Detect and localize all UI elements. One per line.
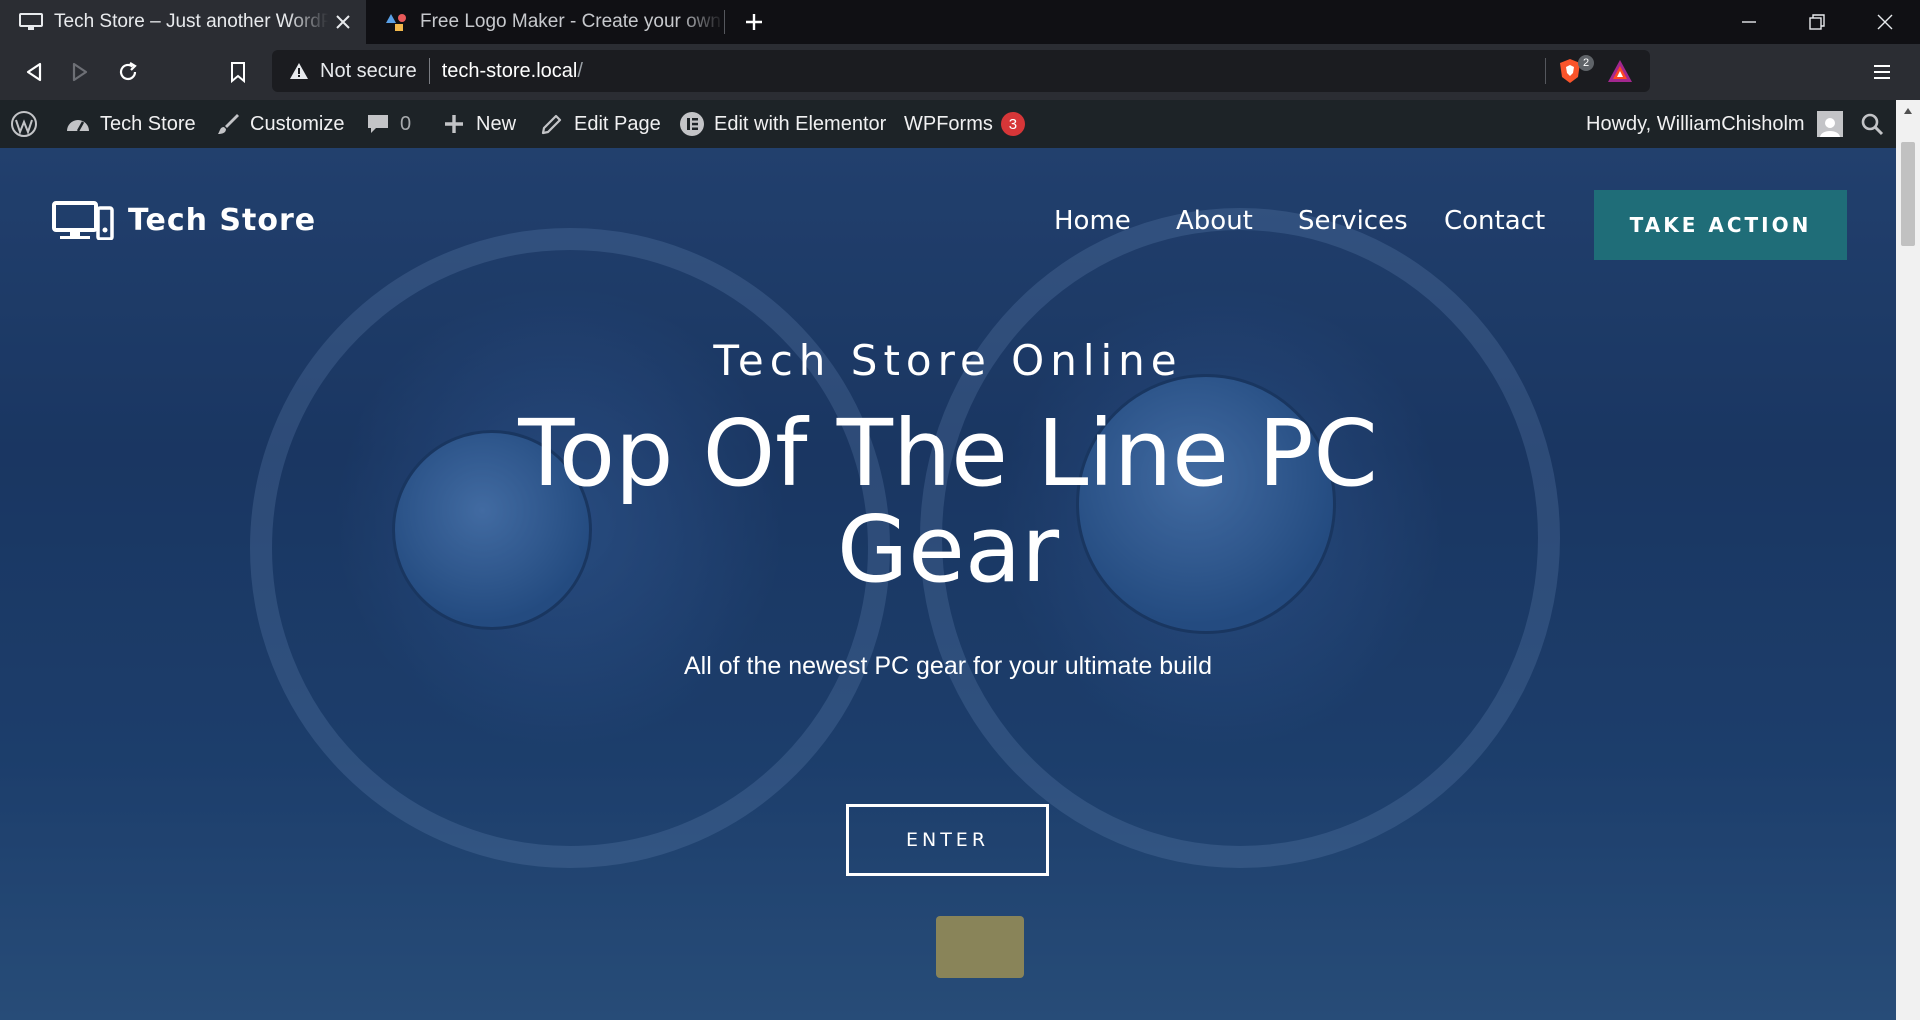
new-tab-button[interactable]: [738, 6, 770, 38]
nav-contact[interactable]: Contact: [1444, 206, 1545, 236]
close-window-button[interactable]: [1850, 0, 1920, 44]
minimize-button[interactable]: [1714, 0, 1784, 44]
edit-elementor-label: Edit with Elementor: [714, 112, 887, 135]
page-scrollbar[interactable]: [1896, 100, 1920, 1020]
back-button[interactable]: [16, 54, 52, 90]
wordpress-icon: [10, 110, 38, 138]
logo-text: Tech Store: [128, 202, 317, 238]
comment-bubble-icon: [364, 110, 392, 138]
pencil-icon: [538, 110, 566, 138]
url-path: /: [577, 59, 583, 82]
reload-button[interactable]: [110, 54, 146, 90]
wp-admin-bar: Tech Store Customize 0 New Edit Page Edi…: [0, 100, 1920, 148]
tab-title: Tech Store – Just another WordPress site: [54, 11, 328, 32]
scroll-up-arrow-icon[interactable]: [1896, 100, 1920, 122]
wpforms-label: WPForms: [904, 112, 993, 135]
search-icon: [1858, 110, 1886, 138]
shapes-icon: [384, 12, 410, 32]
elementor-icon: [678, 110, 706, 138]
monitor-icon: [18, 12, 44, 32]
hero-headline: Top Of The Line PC Gear: [518, 400, 1378, 603]
address-bar[interactable]: Not secure tech-store.local/ 2: [272, 50, 1650, 92]
brush-icon: [214, 110, 242, 138]
admin-comments[interactable]: 0: [364, 100, 411, 148]
enter-button[interactable]: ENTER: [846, 804, 1049, 876]
tab-title: Free Logo Maker - Create your own logo: [420, 11, 724, 32]
plus-icon: [440, 110, 468, 138]
customize-label: Customize: [250, 112, 345, 135]
nav-home[interactable]: Home: [1054, 206, 1131, 236]
url-host: tech-store.local: [441, 59, 578, 82]
forward-button[interactable]: [62, 54, 98, 90]
dashboard-gauge-icon: [64, 110, 92, 138]
nav-about[interactable]: About: [1176, 206, 1253, 236]
site-logo[interactable]: Tech Store: [52, 200, 316, 240]
tab-separator: [724, 10, 725, 34]
url-text[interactable]: tech-store.local/: [442, 60, 583, 83]
omnibox-divider: [1545, 58, 1546, 84]
admin-site-name[interactable]: Tech Store: [64, 100, 196, 148]
admin-customize[interactable]: Customize: [214, 100, 344, 148]
edit-page-label: Edit Page: [574, 112, 661, 135]
browser-toolbar: Not secure tech-store.local/ 2: [0, 44, 1920, 100]
admin-search[interactable]: [1858, 100, 1894, 148]
restore-button[interactable]: [1782, 0, 1852, 44]
wpforms-count-badge: 3: [1000, 112, 1025, 136]
tab-tech-store[interactable]: Tech Store – Just another WordPress site: [0, 0, 366, 44]
close-tab-icon[interactable]: [328, 7, 358, 37]
shield-count-badge: 2: [1578, 55, 1594, 71]
wordpress-logo-button[interactable]: [10, 100, 46, 148]
page-viewport: Tech Store Home About Services Contact T…: [0, 148, 1896, 1020]
admin-edit-elementor[interactable]: Edit with Elementor: [678, 100, 886, 148]
admin-wpforms[interactable]: WPForms 3: [904, 100, 1025, 148]
comments-count: 0: [400, 112, 412, 135]
admin-edit-page[interactable]: Edit Page: [538, 100, 661, 148]
security-label[interactable]: Not secure: [320, 60, 417, 83]
howdy-label: Howdy, WilliamChisholm: [1586, 112, 1805, 135]
take-action-button[interactable]: TAKE ACTION: [1594, 190, 1847, 260]
tab-logo-maker[interactable]: Free Logo Maker - Create your own logo: [366, 0, 724, 44]
bookmark-icon[interactable]: [220, 54, 256, 90]
site-name-label: Tech Store: [100, 112, 196, 135]
brave-rewards-icon[interactable]: [1606, 58, 1634, 84]
menu-icon[interactable]: [1866, 56, 1898, 88]
admin-new[interactable]: New: [440, 100, 516, 148]
new-label: New: [476, 112, 517, 135]
avatar: [1816, 111, 1843, 137]
monitor-logo-icon: [52, 201, 114, 240]
hero-subtitle: All of the newest PC gear for your ultim…: [683, 652, 1213, 680]
tab-strip: Tech Store – Just another WordPress site…: [0, 0, 1920, 44]
nav-services[interactable]: Services: [1298, 206, 1408, 236]
hero-eyebrow: Tech Store Online: [713, 336, 1183, 385]
admin-account[interactable]: Howdy, WilliamChisholm: [1586, 100, 1843, 148]
scrollbar-thumb[interactable]: [1901, 142, 1915, 246]
omnibox-divider: [428, 58, 430, 84]
warning-icon[interactable]: [288, 60, 310, 82]
